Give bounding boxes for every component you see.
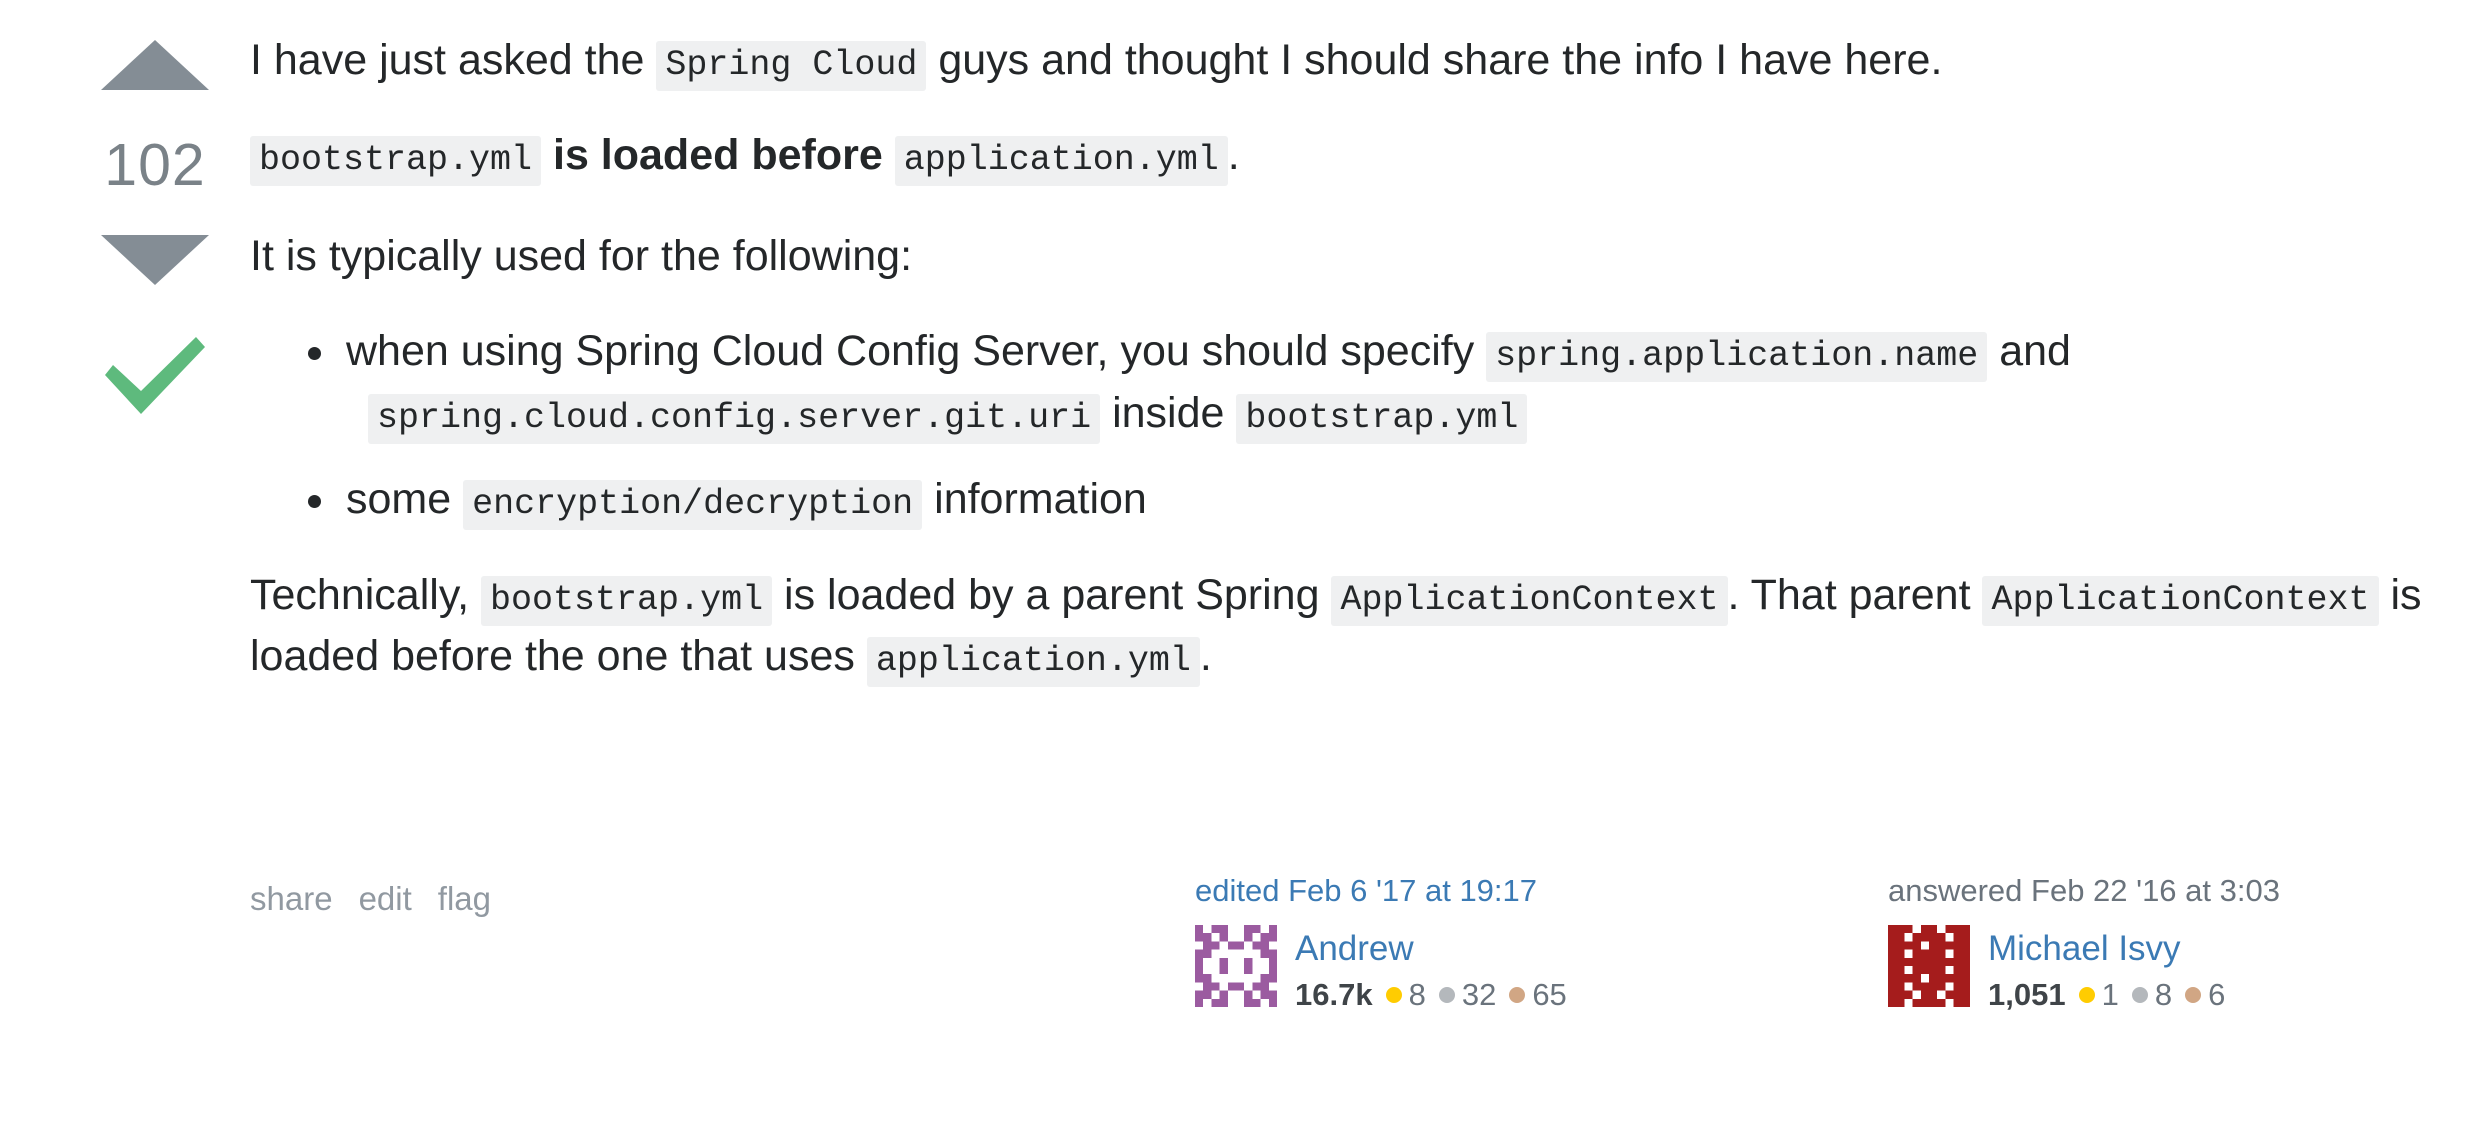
code-spring-cloud: Spring Cloud — [656, 41, 927, 91]
intro-text-2: guys and thought I should share the info… — [926, 36, 1943, 84]
code-application-yml-1: application.yml — [894, 136, 1228, 187]
silver-badge-icon — [1438, 986, 1455, 1003]
code-application-context-1: ApplicationContext — [1331, 575, 1728, 626]
avatar[interactable] — [1888, 925, 1970, 1008]
bronze-badge-icon — [1509, 986, 1526, 1003]
paragraph-loadorder: bootstrap.yml is loaded before applicati… — [250, 125, 2482, 187]
list-item: when using Spring Cloud Config Server, y… — [308, 321, 2482, 445]
editor-reputation-row: 16.7k 8 32 65 — [1295, 977, 1580, 1013]
share-link[interactable]: share — [250, 880, 333, 917]
silver-badge-count: 32 — [1461, 976, 1497, 1012]
code-spring-application-name: spring.application.name — [1486, 332, 1988, 383]
gold-badge-icon — [2078, 986, 2095, 1003]
gold-badge[interactable]: 8 — [1385, 976, 1426, 1013]
answerer-signature: answered Feb 22 '16 at 3:03 Michael Isvy… — [1888, 872, 2358, 1013]
bullet1-text-2: and — [1987, 327, 2071, 376]
answer-post: 102 I have just asked the Spring Cloud g… — [0, 0, 2482, 1136]
bullet1-text-3: inside — [1100, 389, 1237, 438]
gold-badge-icon — [1385, 986, 1402, 1003]
code-bootstrap-yml-2: bootstrap.yml — [1236, 394, 1528, 445]
code-bootstrap-yml-3: bootstrap.yml — [481, 575, 773, 626]
bronze-badge-count: 65 — [1532, 976, 1567, 1012]
gold-badge-count: 1 — [2101, 976, 2119, 1012]
bronze-badge[interactable]: 65 — [1509, 976, 1567, 1013]
list-item: some encryption/decryption information — [308, 469, 2482, 531]
code-application-yml-2: application.yml — [866, 636, 1200, 687]
loadorder-period: . — [1227, 131, 1240, 180]
tech-text-5: . — [1199, 631, 1212, 680]
vote-column: 102 — [60, 40, 250, 419]
vote-score: 102 — [104, 132, 206, 198]
gold-badge-count: 8 — [1408, 976, 1426, 1012]
tech-text-3: . That parent — [1727, 570, 1983, 619]
bullet2-text-2: information — [922, 474, 1147, 523]
post-menu: share edit flag — [250, 880, 517, 918]
paragraph-intro: I have just asked the Spring Cloud guys … — [250, 30, 2482, 91]
upvote-arrow-icon[interactable] — [101, 40, 209, 90]
answered-timestamp[interactable]: answered Feb 22 '16 at 3:03 — [1888, 872, 2358, 909]
answerer-reputation-row: 1,051 1 8 6 — [1988, 977, 2238, 1013]
code-spring-cloud-config-git-uri: spring.cloud.config.server.git.uri — [368, 394, 1101, 445]
silver-badge[interactable]: 8 — [2131, 976, 2173, 1013]
paragraph-typically-used: It is typically used for the following: — [250, 232, 913, 281]
bullet2-text-1: some — [346, 474, 464, 523]
paragraph-technically: Technically, bootstrap.yml is loaded by … — [250, 565, 2482, 687]
post-body: I have just asked the Spring Cloud guys … — [250, 30, 2482, 721]
silver-badge-icon — [2131, 986, 2148, 1003]
reputation-score: 16.7k — [1295, 976, 1373, 1012]
edited-timestamp[interactable]: edited Feb 6 '17 at 19:17 — [1195, 872, 1665, 909]
accepted-answer-check-icon[interactable] — [99, 329, 211, 419]
downvote-arrow-icon[interactable] — [101, 235, 209, 285]
code-application-context-2: ApplicationContext — [1982, 575, 2379, 626]
avatar[interactable] — [1195, 925, 1277, 1008]
answerer-username[interactable]: Michael Isvy — [1988, 927, 2238, 971]
silver-badge[interactable]: 32 — [1438, 976, 1497, 1013]
code-bootstrap-yml-1: bootstrap.yml — [250, 136, 542, 187]
bronze-badge-icon — [2185, 986, 2202, 1003]
usage-list: when using Spring Cloud Config Server, y… — [250, 321, 2482, 531]
code-encryption-decryption: encryption/decryption — [463, 479, 923, 530]
silver-badge-count: 8 — [2154, 976, 2173, 1012]
tech-text-1: Technically, — [250, 570, 482, 619]
tech-text-2: is loaded by a parent Spring — [772, 570, 1332, 619]
bold-is-loaded-before: is loaded before — [553, 131, 883, 180]
bronze-badge[interactable]: 6 — [2185, 977, 2225, 1013]
flag-link[interactable]: flag — [438, 880, 491, 917]
reputation-score: 1,051 — [1988, 976, 2066, 1012]
editor-signature: edited Feb 6 '17 at 19:17 Andrew 16.7k 8… — [1195, 872, 1665, 1013]
bronze-badge-count: 6 — [2208, 976, 2226, 1012]
edit-link[interactable]: edit — [359, 880, 412, 917]
intro-text-1: I have just asked the — [250, 36, 657, 84]
editor-username[interactable]: Andrew — [1295, 927, 1580, 971]
gold-badge[interactable]: 1 — [2078, 976, 2119, 1013]
bullet1-text-1: when using Spring Cloud Config Server, y… — [346, 327, 1487, 376]
